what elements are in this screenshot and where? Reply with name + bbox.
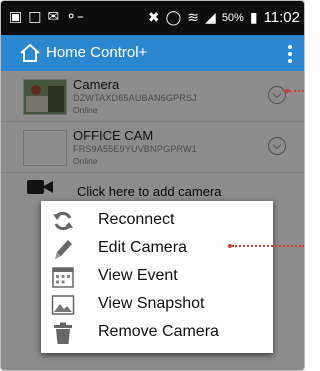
pencil-icon — [55, 240, 72, 259]
app-title: Home Control+ — [46, 44, 148, 61]
signal-icon: ◢ — [205, 9, 216, 26]
key-icon: ⚬– — [65, 9, 84, 25]
refresh-icon — [53, 211, 73, 231]
menu-item-reconnect[interactable]: Reconnect — [41, 207, 273, 235]
message-icon: ✉ — [47, 9, 60, 25]
calendar-icon — [52, 267, 74, 288]
wifi-icon: ≋ — [187, 9, 200, 26]
status-bar: ▣ □ ✉ ⚬– ✖ ◯ ≋ ◢ 50% ▮ 11:02 — [1, 1, 304, 35]
phone-screen: ▣ □ ✉ ⚬– ✖ ◯ ≋ ◢ 50% ▮ 11:02 Home Contro… — [0, 0, 305, 371]
mute-icon: ✖ — [147, 9, 160, 26]
menu-item-view-event[interactable]: View Event — [41, 263, 273, 291]
menu-item-label: Edit Camera — [98, 239, 187, 256]
clock: 11:02 — [263, 9, 300, 26]
cast-icon: □ — [28, 9, 42, 25]
image-icon — [51, 295, 75, 315]
trash-icon — [54, 322, 72, 344]
menu-item-label: Remove Camera — [98, 323, 219, 340]
home-icon[interactable] — [19, 42, 41, 64]
menu-item-label: View Event — [98, 267, 178, 284]
app-bar: Home Control+ — [1, 35, 304, 71]
camera-context-menu: Reconnect Edit Camera View Event View Sn… — [41, 201, 273, 353]
battery-percent: 50% — [221, 11, 244, 24]
annotation-line — [289, 90, 304, 92]
menu-item-label: View Snapshot — [98, 295, 205, 312]
screenshot-icon: ▣ — [9, 9, 23, 25]
annotation-line — [232, 245, 304, 247]
battery-icon: ▮ — [249, 9, 258, 26]
menu-item-view-snapshot[interactable]: View Snapshot — [41, 291, 273, 319]
menu-item-remove-camera[interactable]: Remove Camera — [41, 319, 273, 347]
menu-item-edit-camera[interactable]: Edit Camera — [41, 235, 273, 263]
alarm-icon: ◯ — [165, 9, 182, 26]
overflow-menu-icon[interactable] — [288, 45, 292, 63]
menu-item-label: Reconnect — [98, 211, 175, 228]
